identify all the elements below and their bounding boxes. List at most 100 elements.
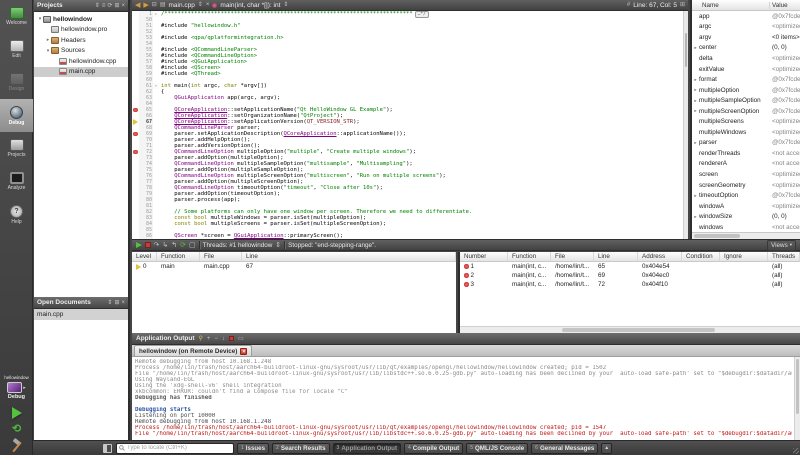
project-tree-item-hellowindow[interactable]: ▾hellowindow [34, 14, 128, 25]
output-pane-button-application-output[interactable]: 3Application Output [333, 443, 401, 454]
split-icon[interactable]: ⊞ [114, 3, 119, 9]
breakpoints-horizontal-scrollbar[interactable] [460, 326, 800, 333]
code-area[interactable]: 1▸/*************************************… [132, 11, 688, 239]
output-pane-button-qml-js-console[interactable]: 5QML/JS Console [466, 443, 528, 454]
split-icon[interactable]: ⊟ [152, 2, 157, 8]
mode-button-projects[interactable]: Projects [0, 132, 33, 165]
stack-column-line[interactable]: Line [242, 252, 456, 261]
mode-button-debug[interactable]: Debug [0, 99, 33, 132]
locals-row-multipleOption[interactable]: ▸multipleOption@0x7fcde [692, 85, 800, 96]
zoom-in-icon[interactable]: + [207, 336, 211, 342]
close-document-icon[interactable]: × [206, 2, 210, 8]
locals-row-delta[interactable]: delta<optimized [692, 53, 800, 64]
locals-row-format[interactable]: ▸format@0x7fcde [692, 74, 800, 85]
expander-icon[interactable]: ▸ [692, 108, 699, 114]
code-line-63[interactable]: 63 QGuiApplication app(argc, argv); [132, 95, 688, 101]
combo-arrows-icon[interactable]: ⇕ [198, 2, 203, 8]
go-back-icon[interactable]: ◀ [135, 2, 140, 9]
output-vertical-scrollbar[interactable] [794, 357, 800, 440]
breakpoints-column-function[interactable]: Function [508, 252, 551, 261]
output-console[interactable]: Remote debugging from host 10.168.1.248P… [132, 357, 800, 440]
locals-row-rendererA[interactable]: rendererA<not acces [692, 159, 800, 170]
project-tree-item-Headers[interactable]: ▸Headers [34, 35, 128, 46]
breakpoints-column-condition[interactable]: Condition [682, 252, 720, 261]
locals-row-multipleSampleOption[interactable]: ▸multipleSampleOption@0x7fcde [692, 95, 800, 106]
output-pane-button-search-results[interactable]: 2Search Results [272, 443, 330, 454]
mode-button-analyze[interactable]: Analyze [0, 165, 33, 198]
go-forward-icon[interactable]: ▶ [143, 2, 148, 9]
locals-row-screenGeometry[interactable]: screenGeometry<optimized [692, 180, 800, 191]
locals-row-multipleScreenOption[interactable]: ▸multipleScreenOption@0x7fcde [692, 106, 800, 117]
breakpoints-column-ignore[interactable]: Ignore [720, 252, 768, 261]
code-line-53[interactable]: 53#include <qpa/qplatformintegration.h> [132, 35, 688, 41]
breakpoints-column-address[interactable]: Address [638, 252, 682, 261]
filter-icon[interactable]: ⚲ [199, 336, 203, 342]
combo-arrows-icon[interactable]: ⇕ [283, 2, 288, 8]
split-editor-icon[interactable]: ⊞ [680, 2, 685, 8]
locals-row-windowA[interactable]: windowA<optimized [692, 201, 800, 212]
stack-column-file[interactable]: File [200, 252, 242, 261]
scroll-down-icon[interactable]: ↓ [222, 336, 225, 342]
toggle-sidebar-icon[interactable] [103, 444, 112, 453]
close-icon[interactable]: × [121, 300, 125, 306]
locator-field[interactable] [116, 443, 234, 454]
project-tree-item-main-cpp[interactable]: main.cpp [34, 67, 128, 78]
start-debugging-button[interactable]: ⟲ [12, 424, 21, 435]
expander-icon[interactable]: ▸ [692, 140, 699, 146]
stop-icon[interactable] [229, 336, 234, 341]
mode-button-edit[interactable]: Edit [0, 33, 33, 66]
locals-row-center[interactable]: ▸center(0, 0) [692, 43, 800, 54]
close-tab-icon[interactable]: × [240, 348, 247, 355]
breakpoint-row[interactable]: 1main(int, c.../home/lin/t...650x404e54(… [460, 262, 800, 271]
code-line-59[interactable]: 59#include <QThread> [132, 71, 688, 77]
expander-icon[interactable]: ▸ [692, 98, 699, 104]
project-tree-item-Sources[interactable]: ▾Sources [34, 46, 128, 57]
stack-column-level[interactable]: Level [132, 252, 157, 261]
output-tab[interactable]: hellowindow (on Remote Device) × [134, 345, 252, 356]
project-tree-item-hellowindow-cpp[interactable]: hellowindow.cpp [34, 56, 128, 67]
locals-row-argv[interactable]: argv<0 items> [692, 32, 800, 43]
project-tree-item-hellowindow-pro[interactable]: hellowindow.pro [34, 25, 128, 36]
expander-icon[interactable]: ▸ [692, 193, 699, 199]
kit-selector-button[interactable]: ▸ Debug [7, 382, 26, 400]
breakpoints-column-threads[interactable]: Threads [768, 252, 800, 261]
symbol-hash-icon[interactable]: # [627, 2, 630, 8]
expander-icon[interactable]: ▸ [692, 214, 699, 220]
locals-row-multipleScreens[interactable]: multipleScreens<optimized [692, 116, 800, 127]
resize-grip[interactable] [793, 448, 799, 454]
breakpoint-row[interactable]: 3main(int, c.../home/lin/t...720x404f10(… [460, 280, 800, 289]
code-line-1[interactable]: 1▸/*************************************… [132, 11, 688, 17]
combo-arrows-icon[interactable]: ⇕ [95, 3, 100, 9]
split-icon[interactable]: ⊞ [114, 300, 119, 306]
open-document-item[interactable]: main.cpp [34, 309, 128, 320]
mode-button-help[interactable]: ?Help [0, 198, 33, 231]
run-button[interactable] [12, 407, 22, 419]
expander-icon[interactable]: ▸ [692, 45, 699, 51]
stop-debugger-icon[interactable] [145, 242, 151, 248]
locals-column-name[interactable]: Name [692, 2, 770, 9]
breakpoints-column-number[interactable]: Number [460, 252, 508, 261]
open-file-tab[interactable]: main.cpp [168, 2, 194, 9]
step-over-icon[interactable]: ↷ [154, 242, 160, 249]
build-button[interactable] [10, 439, 24, 453]
stack-frame-row[interactable]: 0mainmain.cpp67 [132, 262, 456, 271]
locals-horizontal-scrollbar[interactable] [692, 232, 800, 239]
filter-icon[interactable]: ≡ [102, 3, 106, 9]
run-to-line-icon[interactable]: ⟳ [180, 242, 186, 249]
mode-button-design[interactable]: Design [0, 66, 33, 99]
locals-row-renderThreads[interactable]: renderThreads<not acces [692, 148, 800, 159]
output-pane-button-issues[interactable]: 1Issues [237, 443, 269, 454]
console-icon[interactable]: ▢ [189, 242, 196, 249]
output-pane-button-compile-output[interactable]: 4Compile Output [404, 443, 463, 454]
locals-row-windowSize[interactable]: ▸windowSize(0, 0) [692, 211, 800, 222]
collapsed-region-indicator[interactable]: …*/ [415, 11, 429, 18]
step-into-icon[interactable]: ↳ [162, 242, 168, 249]
sync-icon[interactable]: ⟳ [107, 3, 112, 9]
locals-row-timeoutOption[interactable]: ▸timeoutOption@0x7fcde [692, 190, 800, 201]
mode-button-welcome[interactable]: Welcome [0, 0, 33, 33]
locals-row-argc[interactable]: argc<optimized [692, 22, 800, 33]
output-pane-button-general-messages[interactable]: 6General Messages [531, 443, 598, 454]
breakpoints-column-line[interactable]: Line [594, 252, 638, 261]
code-line-80[interactable]: 80 parser.process(app); [132, 197, 688, 203]
expander-icon[interactable]: ▸ [692, 77, 699, 83]
